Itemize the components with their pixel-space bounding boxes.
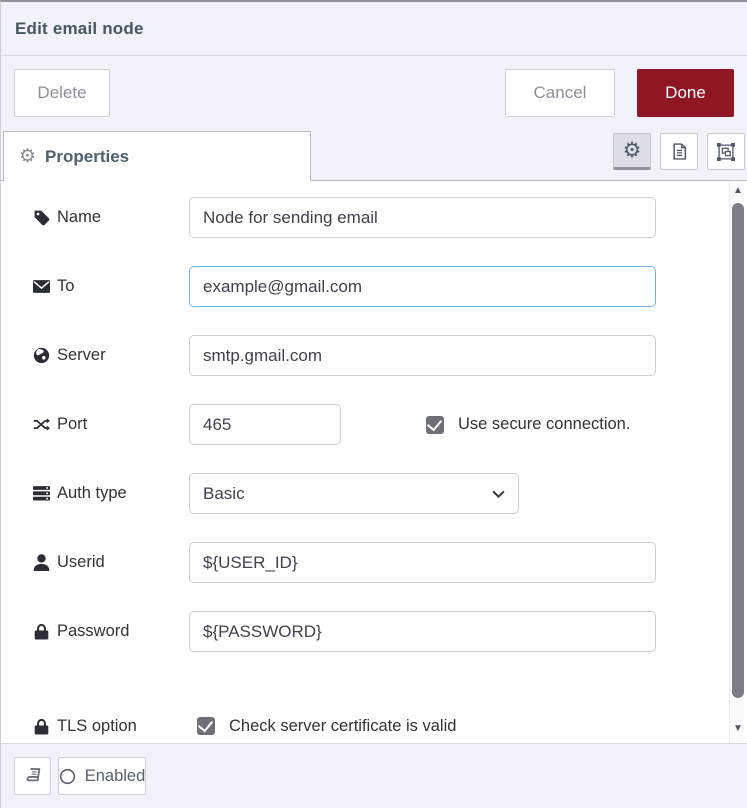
chevron-down-icon (492, 490, 505, 498)
group-select-icon (717, 143, 735, 161)
password-input[interactable] (189, 611, 656, 652)
userid-input[interactable] (189, 542, 656, 583)
node-help-button[interactable] (14, 757, 51, 795)
tab-properties-label: Properties (45, 147, 129, 167)
server-input[interactable] (189, 335, 656, 376)
email-node-form: Name To Serv (1, 181, 747, 738)
to-label-text: To (57, 277, 74, 296)
dialog-footer: Enabled (1, 744, 747, 808)
secure-connection-label: Use secure connection. (458, 415, 630, 434)
form-row-password: Password (33, 611, 747, 652)
to-field-label: To (33, 277, 189, 296)
shuffle-icon (33, 416, 50, 433)
port-input[interactable] (189, 404, 341, 445)
name-input[interactable] (189, 197, 656, 238)
tab-toolbar: ⚙ (613, 133, 745, 170)
tls-verify-checkbox[interactable] (197, 717, 215, 735)
userid-field-label: Userid (33, 553, 189, 572)
tls-option-label-text: TLS option (57, 717, 137, 736)
tag-icon (33, 209, 50, 226)
circle-icon (59, 768, 76, 785)
envelope-icon (33, 278, 50, 295)
done-button[interactable]: Done (637, 69, 734, 117)
form-row-userid: Userid (33, 542, 747, 583)
description-pane-button[interactable] (660, 133, 698, 170)
enabled-label: Enabled (85, 767, 146, 786)
lock-icon (33, 623, 50, 640)
auth-type-select[interactable]: Basic (189, 473, 519, 514)
server-stack-icon (33, 485, 50, 502)
appearance-pane-button[interactable] (707, 133, 745, 170)
scroll-down-icon[interactable]: ▼ (730, 723, 746, 735)
scrollbar-thumb[interactable] (732, 203, 744, 698)
form-row-to: To (33, 266, 747, 307)
form-row-tls-option: TLS option Check server certificate is v… (33, 714, 747, 738)
form-row-port: Port Use secure connection. (33, 404, 747, 445)
cancel-button[interactable]: Cancel (505, 69, 615, 117)
tab-bar: ⚙ Properties ⚙ (1, 130, 747, 181)
port-label-text: Port (57, 415, 87, 434)
server-field-label: Server (33, 346, 189, 365)
tls-verify-label: Check server certificate is valid (229, 717, 456, 736)
password-field-label: Password (33, 622, 189, 641)
name-field-label: Name (33, 208, 189, 227)
globe-icon (33, 347, 50, 364)
user-icon (33, 554, 50, 571)
secure-connection-checkbox[interactable] (426, 416, 444, 434)
document-icon (672, 143, 687, 160)
form-row-server: Server (33, 335, 747, 376)
password-label-text: Password (57, 622, 129, 641)
server-label-text: Server (57, 346, 106, 365)
auth-type-selected-value: Basic (203, 484, 492, 504)
name-label-text: Name (57, 208, 101, 227)
gear-icon: ⚙ (623, 140, 642, 161)
userid-label-text: Userid (57, 553, 105, 572)
delete-button[interactable]: Delete (14, 69, 110, 117)
dialog-header: Edit email node (1, 2, 747, 56)
edit-email-node-dialog: Edit email node Delete Cancel Done ⚙ Pro… (0, 0, 747, 808)
port-field-label: Port (33, 415, 189, 434)
tls-option-field-label: TLS option (33, 717, 189, 736)
to-input[interactable] (189, 266, 656, 307)
enabled-toggle-button[interactable]: Enabled (58, 757, 146, 795)
scroll-up-icon[interactable]: ▲ (730, 185, 746, 197)
properties-panel: Name To Serv (1, 181, 747, 744)
tab-properties[interactable]: ⚙ Properties (3, 131, 311, 181)
form-row-name: Name (33, 197, 747, 238)
dialog-button-bar: Delete Cancel Done (1, 56, 747, 130)
auth-type-label-text: Auth type (57, 484, 127, 503)
properties-pane-button[interactable]: ⚙ (613, 133, 651, 170)
form-row-auth-type: Auth type Basic (33, 473, 747, 514)
lock-icon (33, 718, 50, 735)
dialog-title: Edit email node (15, 19, 144, 39)
book-icon (23, 768, 41, 784)
auth-type-field-label: Auth type (33, 484, 189, 503)
gear-icon: ⚙ (19, 147, 36, 166)
scrollbar[interactable]: ▲ ▼ (729, 181, 746, 743)
